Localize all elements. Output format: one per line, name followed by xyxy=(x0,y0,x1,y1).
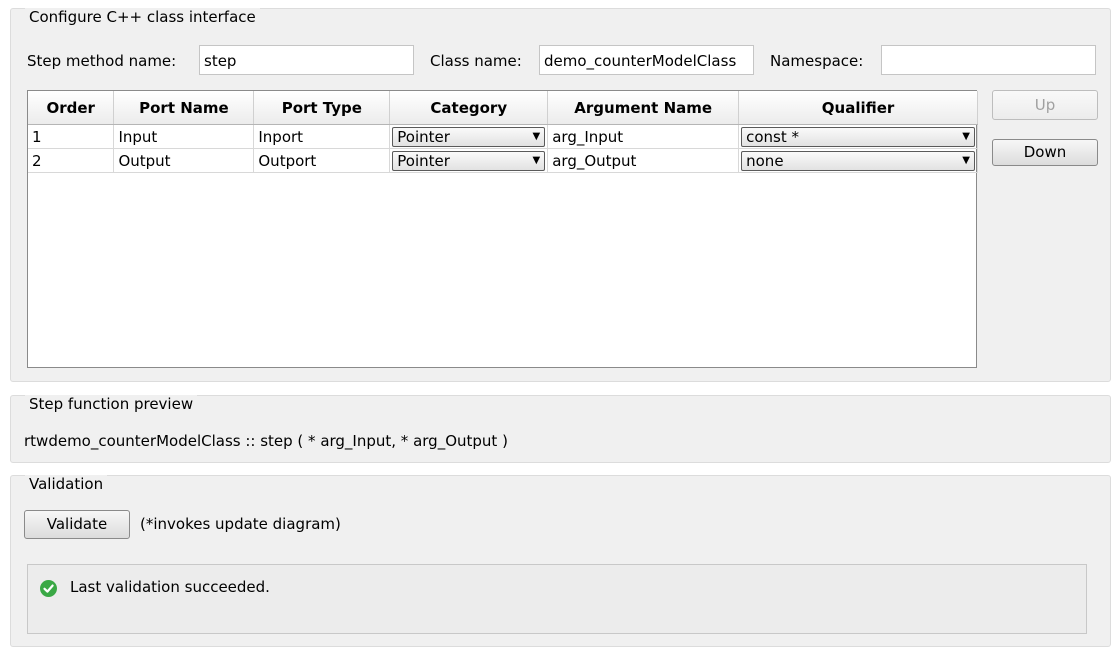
column-header-port-name[interactable]: Port Name xyxy=(113,91,255,125)
category-cell: Pointer ▼ xyxy=(389,124,549,149)
qualifier-value: none xyxy=(746,151,784,170)
validation-status-box: Last validation succeeded. xyxy=(27,564,1087,634)
table-header-row: Order Port Name Port Type Category Argum… xyxy=(28,91,978,125)
category-value: Pointer xyxy=(397,127,450,146)
validate-note: (*invokes update diagram) xyxy=(140,515,341,533)
category-value: Pointer xyxy=(397,151,450,170)
qualifier-cell: const * ▼ xyxy=(738,124,978,149)
column-header-category[interactable]: Category xyxy=(389,91,549,125)
chevron-down-icon: ▼ xyxy=(532,130,541,142)
step-method-field[interactable]: step xyxy=(199,45,414,75)
port-name-cell: Output xyxy=(113,148,255,173)
column-header-port-type[interactable]: Port Type xyxy=(253,91,391,125)
port-type-cell: Inport xyxy=(253,124,391,149)
column-header-order[interactable]: Order xyxy=(28,91,115,125)
check-circle-icon xyxy=(40,580,57,597)
class-name-label: Class name: xyxy=(430,52,522,70)
chevron-down-icon: ▼ xyxy=(532,154,541,166)
step-function-preview-text: rtwdemo_counterModelClass :: step ( * ar… xyxy=(24,432,508,450)
down-button[interactable]: Down xyxy=(992,139,1098,166)
port-mapping-table: Order Port Name Port Type Category Argum… xyxy=(27,90,978,368)
step-function-preview-group: Step function preview xyxy=(10,395,1111,463)
configure-interface-title: Configure C++ class interface xyxy=(25,8,260,26)
qualifier-dropdown[interactable]: const * ▼ xyxy=(741,126,975,147)
argument-name-cell[interactable]: arg_Output xyxy=(547,148,740,173)
port-type-cell: Outport xyxy=(253,148,391,173)
qualifier-value: const * xyxy=(746,127,800,146)
column-header-argument-name[interactable]: Argument Name xyxy=(547,91,740,125)
argument-name-cell[interactable]: arg_Input xyxy=(547,124,740,149)
table-row[interactable]: 2 Output Outport Pointer ▼ arg_Output no… xyxy=(28,148,978,173)
table-row[interactable]: 1 Input Inport Pointer ▼ arg_Input const… xyxy=(28,124,978,149)
category-dropdown[interactable]: Pointer ▼ xyxy=(392,126,546,147)
step-method-label: Step method name: xyxy=(27,52,177,70)
order-cell: 1 xyxy=(28,124,115,149)
column-header-qualifier[interactable]: Qualifier xyxy=(738,91,978,125)
validation-status-text: Last validation succeeded. xyxy=(70,578,270,596)
port-name-cell: Input xyxy=(113,124,255,149)
category-dropdown[interactable]: Pointer ▼ xyxy=(392,150,546,171)
chevron-down-icon: ▼ xyxy=(962,154,970,166)
order-cell: 2 xyxy=(28,148,115,173)
class-name-field[interactable]: demo_counterModelClass xyxy=(539,45,754,75)
qualifier-cell: none ▼ xyxy=(738,148,978,173)
chevron-down-icon: ▼ xyxy=(962,130,970,142)
validation-title: Validation xyxy=(25,475,108,493)
step-function-preview-title: Step function preview xyxy=(25,395,198,413)
validate-button[interactable]: Validate xyxy=(24,510,130,539)
category-cell: Pointer ▼ xyxy=(389,148,549,173)
namespace-field[interactable] xyxy=(881,45,1096,75)
up-button[interactable]: Up xyxy=(992,90,1098,120)
qualifier-dropdown[interactable]: none ▼ xyxy=(741,150,975,171)
namespace-label: Namespace: xyxy=(770,52,864,70)
